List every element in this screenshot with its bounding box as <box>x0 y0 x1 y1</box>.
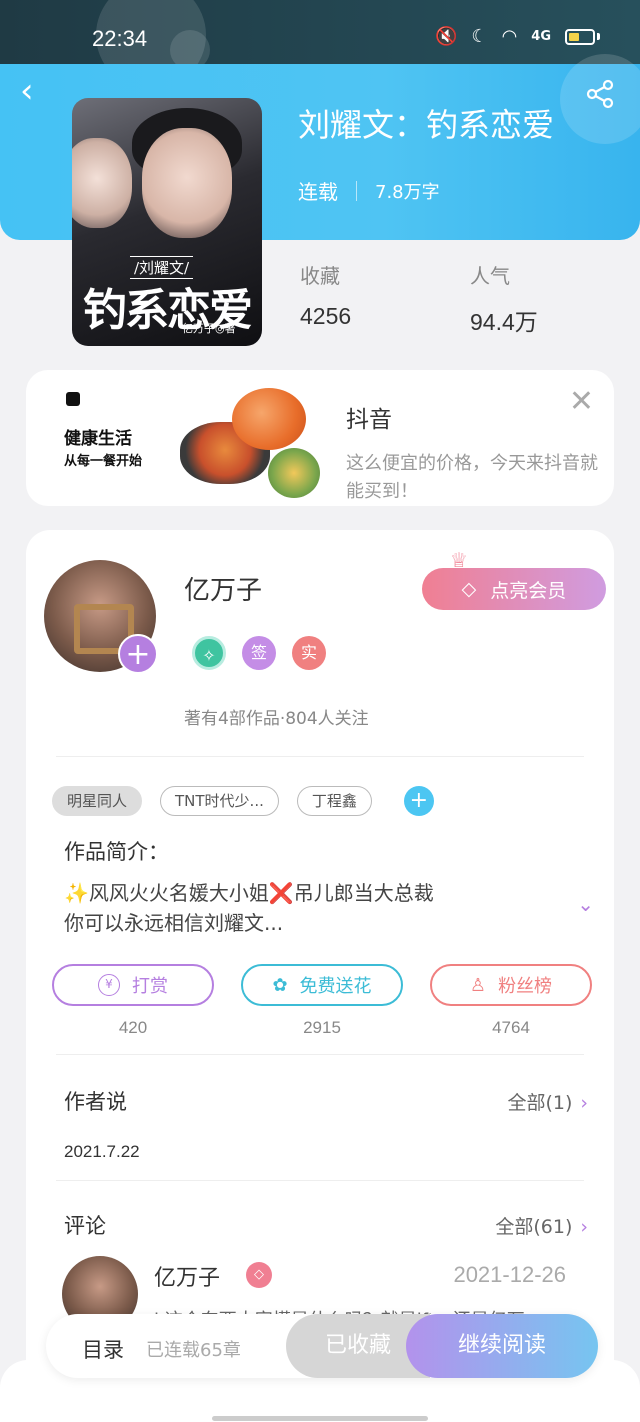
ad-card[interactable]: 健康生活 从每一餐开始 ✕ 抖音 这么便宜的价格，今天来抖音就 能买到！ <box>26 370 614 506</box>
flower-count: 2915 <box>303 1018 341 1037</box>
tiktok-logo-icon <box>66 392 80 406</box>
chevron-right-icon: › <box>580 1092 588 1114</box>
author-says-more[interactable]: 全部(1) › <box>507 1088 588 1115</box>
battery-cap <box>597 33 600 40</box>
word-count: 7.8万字 <box>375 181 440 203</box>
ad-image-subline: 从每一餐开始 <box>64 454 143 469</box>
flower-action: ✿ 免费送花 2915 <box>241 964 403 1038</box>
stat-value: 4256 <box>300 303 352 329</box>
book-title: 刘耀文：钓系恋爱 <box>298 106 555 144</box>
ad-bowl-image <box>268 448 320 498</box>
vip-button-label: 点亮会员 <box>490 579 567 602</box>
toc-button[interactable]: 目录 <box>82 1334 124 1364</box>
user-icon: ♙ <box>469 974 487 996</box>
back-icon[interactable]: ‹ <box>20 74 56 112</box>
tip-action: ¥ 打赏 420 <box>52 964 214 1038</box>
tag-item[interactable]: 明星同人 <box>52 786 143 816</box>
intro-title: 作品简介： <box>64 840 169 864</box>
cover-figure-face <box>142 128 232 238</box>
book-meta: 连载 7.8万字 <box>298 176 440 205</box>
real-badge[interactable]: 实 <box>292 636 326 670</box>
status-bar: 22:34 🔇 ☾ ◠ 4G <box>0 0 640 90</box>
action-row: ¥ 打赏 420 ✿ 免费送花 2915 ♙ 粉丝榜 4764 <box>52 964 592 1038</box>
share-icon[interactable] <box>584 78 616 110</box>
tag-item[interactable]: TNT时代少... <box>160 786 279 816</box>
tip-button[interactable]: ¥ 打赏 <box>52 964 214 1006</box>
comments-more-label: 全部(61) <box>495 1216 573 1238</box>
fans-button[interactable]: ♙ 粉丝榜 <box>430 964 592 1006</box>
ad-name: 抖音 <box>346 407 392 433</box>
ad-image-headline: 健康生活 <box>64 429 132 449</box>
book-status: 连载 <box>298 180 338 204</box>
ad-lid-image <box>232 388 306 450</box>
comment-date: 2021-12-26 <box>453 1262 566 1287</box>
add-tag-button[interactable]: + <box>403 786 434 816</box>
fans-label: 粉丝榜 <box>498 976 553 997</box>
tip-label: 打赏 <box>132 976 168 997</box>
stat-value: 94.4万 <box>470 309 538 335</box>
stat-favorites: 收藏 4256 <box>300 260 351 330</box>
continue-reading-button[interactable]: 继续阅读 <box>406 1314 598 1378</box>
ad-description: 这么便宜的价格，今天来抖音就 <box>346 453 598 474</box>
cover-author: 亿万子◎著 <box>182 322 236 335</box>
intro-line: ✨风风火火名媛大小姐❌吊儿郎当大总裁 <box>64 881 434 905</box>
yen-icon: ¥ <box>98 974 120 996</box>
close-icon[interactable]: ✕ <box>569 384 594 419</box>
wifi-icon: ◠ <box>501 26 518 47</box>
ad-description-2: 能买到！ <box>346 481 418 502</box>
author-name[interactable]: 亿万子 <box>184 570 262 607</box>
stat-label: 收藏 <box>300 264 340 288</box>
comment-author[interactable]: 亿万子 <box>154 1260 220 1292</box>
mute-icon: 🔇 <box>435 26 458 47</box>
chevron-down-icon[interactable]: ⌄ <box>577 892 594 916</box>
divider <box>56 756 584 757</box>
book-cover[interactable]: /刘耀文/ 钓系恋爱 亿万子◎著 <box>72 98 262 346</box>
divider <box>56 1054 584 1055</box>
ad-image: 健康生活 从每一餐开始 <box>54 388 320 502</box>
handshake-badge-icon[interactable]: ✧ <box>192 636 226 670</box>
stat-label: 人气 <box>470 264 510 288</box>
status-icons: 🔇 ☾ ◠ 4G <box>435 26 600 47</box>
sign-badge[interactable]: 签 <box>242 636 276 670</box>
status-time: 22:34 <box>92 26 148 51</box>
author-says-title: 作者说 <box>64 1090 127 1114</box>
battery-icon <box>565 28 595 45</box>
follow-add-button[interactable]: + <box>118 634 158 674</box>
comments-more[interactable]: 全部(61) › <box>495 1212 588 1239</box>
author-info: 著有4部作品·804人关注 <box>184 709 369 729</box>
chapter-count[interactable]: 已连载65章 <box>146 1336 241 1362</box>
stat-popularity: 人气 94.4万 <box>470 260 538 337</box>
author-says-more-label: 全部(1) <box>507 1092 573 1114</box>
bottom-action-bar: 目录 已连载65章 已收藏 继续阅读 <box>46 1314 598 1378</box>
cover-figure <box>72 138 132 228</box>
detail-card: + 亿万子 ♕ ◇ 点亮会员 ✧ 签 实 著有4部作品·804人关注 明星同人 … <box>26 530 614 1422</box>
comments-title: 评论 <box>64 1214 106 1238</box>
vip-button[interactable]: ◇ 点亮会员 <box>422 568 606 610</box>
meta-divider <box>356 180 357 201</box>
tip-count: 420 <box>118 1018 148 1037</box>
chevron-right-icon: › <box>580 1216 588 1238</box>
intro-line: 你可以永远相信刘耀文... <box>64 911 284 935</box>
moon-icon: ☾ <box>471 26 488 47</box>
tag-list: 明星同人 TNT时代少... 丁程鑫 + <box>52 786 434 816</box>
author-badges: ✧ 签 实 <box>192 636 326 670</box>
fans-count: 4764 <box>492 1018 530 1037</box>
intro-text[interactable]: ✨风风火火名媛大小姐❌吊儿郎当大总裁 你可以永远相信刘耀文... <box>64 878 524 938</box>
flower-label: 免费送花 <box>299 976 372 997</box>
flower-button[interactable]: ✿ 免费送花 <box>241 964 403 1006</box>
flower-icon: ✿ <box>272 974 288 996</box>
fans-action: ♙ 粉丝榜 4764 <box>430 964 592 1038</box>
diamond-icon: ◇ <box>461 578 477 600</box>
divider <box>56 1180 584 1181</box>
home-indicator[interactable] <box>212 1416 428 1421</box>
tag-item[interactable]: 丁程鑫 <box>296 786 372 816</box>
network-label: 4G <box>531 29 551 44</box>
author-says-date: 2021.7.22 <box>64 1142 140 1161</box>
vip-diamond-icon: ◇ <box>246 1262 272 1288</box>
